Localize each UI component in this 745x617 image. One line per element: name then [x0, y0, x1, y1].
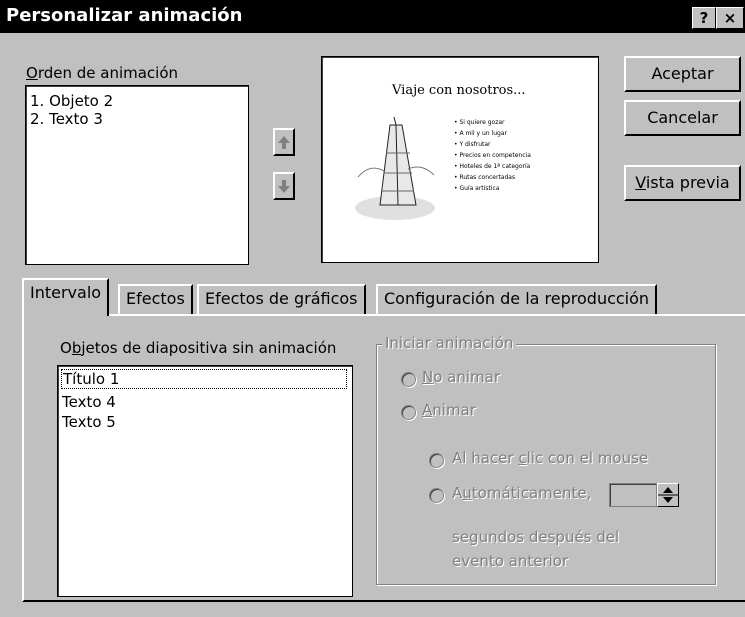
title-bar[interactable]: Personalizar animación ? ×	[0, 0, 745, 33]
slide-bullets: • Si quiere gozar • A mil y un lugar • Y…	[454, 117, 531, 194]
no-animate-radio[interactable]	[401, 372, 416, 387]
tab-effects[interactable]: Efectos	[118, 284, 193, 315]
seconds-spinner[interactable]	[657, 483, 679, 507]
custom-animation-dialog: Personalizar animación ? × Orden de anim…	[0, 0, 745, 617]
slide-bullet: • Y disfrutar	[454, 141, 491, 148]
unanimated-objects-list[interactable]: Título 1 Texto 4 Texto 5	[57, 365, 353, 597]
arrow-down-icon	[278, 180, 290, 193]
start-animation-legend: Iniciar animación	[382, 334, 517, 352]
slide-bullet: • Precios en competencia	[454, 152, 531, 159]
seconds-after-label-line1: segundos después del	[452, 528, 620, 546]
help-button[interactable]: ?	[692, 7, 716, 29]
list-item[interactable]: Texto 4	[62, 393, 116, 411]
list-item[interactable]: 2. Texto 3	[30, 110, 103, 128]
spinner-arrows-icon	[658, 487, 678, 503]
automatic-radio[interactable]	[429, 488, 444, 503]
close-button[interactable]: ×	[716, 7, 744, 29]
seconds-after-label-line2: evento anterior	[452, 552, 569, 570]
ok-button[interactable]: Aceptar	[624, 56, 741, 92]
preview-button[interactable]: Vista previa	[624, 165, 741, 201]
unanimated-objects-label: Objetos de diapositiva sin animación	[60, 339, 337, 357]
slide-bullet: • A mil y un lugar	[454, 130, 507, 137]
tab-interval[interactable]: Intervalo	[22, 278, 110, 316]
building-icon	[355, 116, 435, 220]
slide-bullet: • Rutas concertadas	[454, 174, 516, 181]
cancel-button[interactable]: Cancelar	[624, 100, 741, 136]
automatic-label: Automáticamente,	[452, 484, 592, 502]
on-click-label: Al hacer clic con el mouse	[452, 449, 649, 467]
list-item[interactable]: Título 1	[61, 369, 347, 389]
slide-bullet: • Hoteles de 1ª categoría	[454, 163, 531, 170]
animate-radio[interactable]	[401, 405, 416, 420]
window-title: Personalizar animación	[6, 5, 243, 26]
slide-preview: Viaje con nosotros... • Si quiere gozar …	[321, 56, 599, 263]
seconds-input[interactable]	[609, 483, 657, 507]
on-click-radio[interactable]	[429, 453, 444, 468]
tab-playback-settings[interactable]: Configuración de la reproducción	[376, 284, 658, 315]
animate-label: Animar	[422, 401, 476, 419]
list-item[interactable]: Texto 5	[62, 413, 116, 431]
slide-bullet: • Si quiere gozar	[454, 119, 505, 126]
tab-chart-effects[interactable]: Efectos de gráficos	[197, 284, 366, 315]
slide-bullet: • Guía artística	[454, 185, 500, 192]
slide-title: Viaje con nosotros...	[392, 83, 526, 98]
list-item[interactable]: 1. Objeto 2	[30, 92, 113, 110]
move-down-button[interactable]	[273, 172, 295, 200]
no-animate-label: No animar	[422, 368, 501, 386]
animation-order-list[interactable]: 1. Objeto 2 2. Texto 3	[25, 85, 249, 265]
animation-order-label: Orden de animación	[26, 64, 179, 82]
move-up-button[interactable]	[273, 128, 295, 156]
arrow-up-icon	[278, 136, 290, 149]
